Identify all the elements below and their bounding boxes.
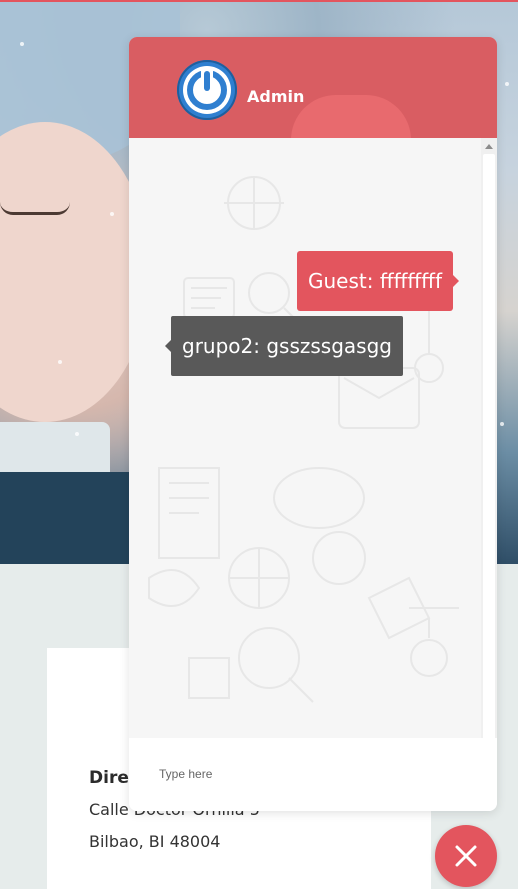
chat-header: Admin [129, 37, 497, 138]
chat-widget: Admin Guest: fffffffff grupo2: gsszssgas… [129, 37, 497, 811]
admin-name: Admin [247, 87, 305, 106]
chat-scrollbar[interactable] [481, 138, 497, 756]
chat-input-area [129, 738, 497, 811]
scroll-up-arrow-icon[interactable] [485, 144, 493, 149]
close-icon [455, 845, 477, 867]
close-chat-button[interactable] [435, 825, 497, 887]
power-icon [183, 66, 231, 114]
message-group: grupo2: gsszssgasgg [165, 316, 403, 376]
chat-messages: Guest: fffffffff grupo2: gsszssgasgg [129, 138, 481, 738]
chat-input[interactable] [157, 762, 461, 786]
admin-avatar [177, 60, 237, 120]
scroll-thumb[interactable] [483, 154, 495, 742]
message-guest: Guest: fffffffff [297, 251, 459, 311]
address-city: Bilbao, BI 48004 [89, 832, 221, 851]
chat-background-pattern [148, 176, 459, 703]
